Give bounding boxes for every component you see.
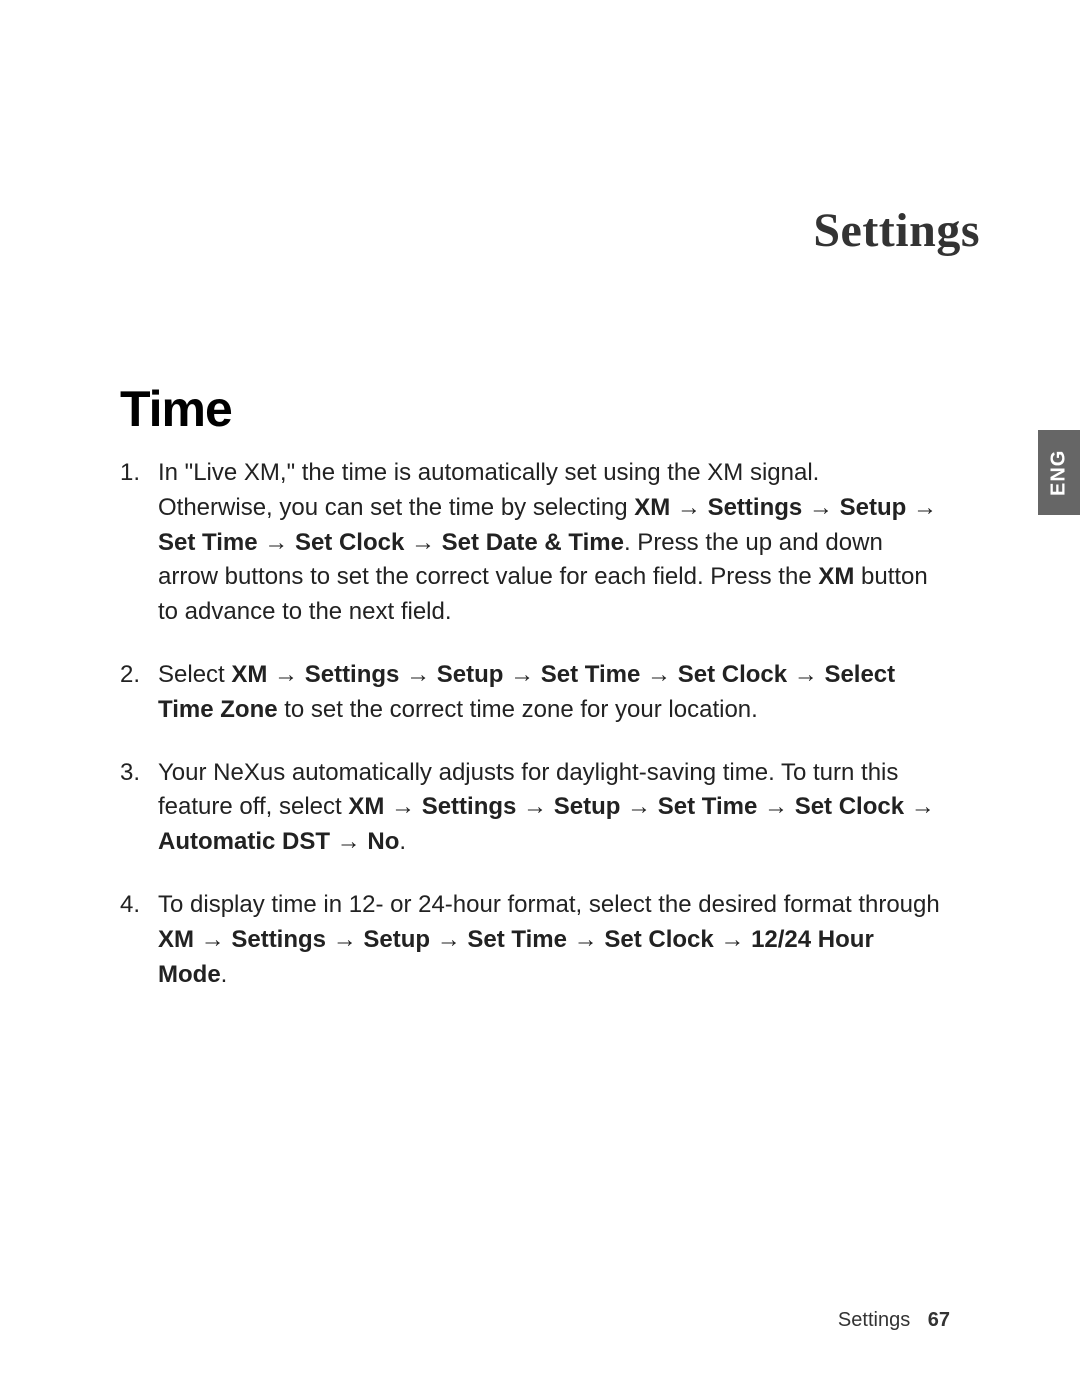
path-setup: Setup xyxy=(363,926,430,953)
arrow-icon: → xyxy=(714,926,751,953)
steps-list: In "Live XM," the time is automatically … xyxy=(120,456,940,992)
arrow-icon: → xyxy=(267,661,304,688)
arrow-icon: → xyxy=(640,661,677,688)
arrow-icon: → xyxy=(516,793,553,820)
path-xm: XM xyxy=(348,793,384,820)
step-4-text-c: . xyxy=(221,961,228,988)
arrow-icon: → xyxy=(787,661,824,688)
path-settings: Settings xyxy=(231,926,326,953)
path-no: No xyxy=(367,828,399,855)
path-settings: Settings xyxy=(305,661,400,688)
path-set-time: Set Time xyxy=(158,529,258,556)
arrow-icon: → xyxy=(194,926,231,953)
arrow-icon: → xyxy=(404,529,441,556)
path-settings: Settings xyxy=(422,793,517,820)
path-set-clock: Set Clock xyxy=(295,529,404,556)
arrow-icon: → xyxy=(567,926,604,953)
step-4: To display time in 12- or 24-hour format… xyxy=(120,888,940,992)
path-set-clock: Set Clock xyxy=(678,661,787,688)
path-set-clock: Set Clock xyxy=(795,793,904,820)
arrow-icon: → xyxy=(326,926,363,953)
arrow-icon: → xyxy=(670,494,707,521)
step-4-text-a: To display time in 12- or 24-hour format… xyxy=(158,891,940,918)
step-3-text-c: . xyxy=(399,828,406,855)
page-number: 67 xyxy=(928,1309,950,1331)
content: Time In "Live XM," the time is automatic… xyxy=(120,380,940,1020)
path-settings: Settings xyxy=(708,494,803,521)
path-set-clock: Set Clock xyxy=(604,926,713,953)
path-set-date-time: Set Date & Time xyxy=(442,529,624,556)
arrow-icon: → xyxy=(904,793,935,820)
header-band: Settings xyxy=(0,180,1080,280)
header-title: Settings xyxy=(813,203,980,258)
path-setup: Setup xyxy=(437,661,504,688)
arrow-icon: → xyxy=(906,494,937,521)
step-2-text-a: Select xyxy=(158,661,231,688)
step-3: Your NeXus automatically adjusts for day… xyxy=(120,756,940,860)
arrow-icon: → xyxy=(384,793,421,820)
arrow-icon: → xyxy=(330,828,367,855)
path-xm: XM xyxy=(158,926,194,953)
step-2-text-c: to set the correct time zone for your lo… xyxy=(278,696,758,723)
language-tab: ENG xyxy=(1038,430,1080,515)
step-1: In "Live XM," the time is automatically … xyxy=(120,456,940,630)
path-set-time: Set Time xyxy=(541,661,641,688)
path-xm: XM xyxy=(231,661,267,688)
path-xm: XM xyxy=(634,494,670,521)
path-setup: Setup xyxy=(554,793,621,820)
arrow-icon: → xyxy=(620,793,657,820)
arrow-icon: → xyxy=(399,661,436,688)
arrow-icon: → xyxy=(430,926,467,953)
footer: Settings 67 xyxy=(838,1309,950,1332)
arrow-icon: → xyxy=(802,494,839,521)
section-title-time: Time xyxy=(120,380,940,438)
path-auto-dst: Automatic DST xyxy=(158,828,330,855)
path-set-time: Set Time xyxy=(467,926,567,953)
arrow-icon: → xyxy=(258,529,295,556)
arrow-icon: → xyxy=(757,793,794,820)
path-setup: Setup xyxy=(840,494,907,521)
step-2: Select XM → Settings → Setup → Set Time … xyxy=(120,658,940,728)
path-set-time: Set Time xyxy=(658,793,758,820)
footer-section: Settings xyxy=(838,1309,910,1331)
xm-button-ref: XM xyxy=(818,563,854,590)
arrow-icon: → xyxy=(503,661,540,688)
